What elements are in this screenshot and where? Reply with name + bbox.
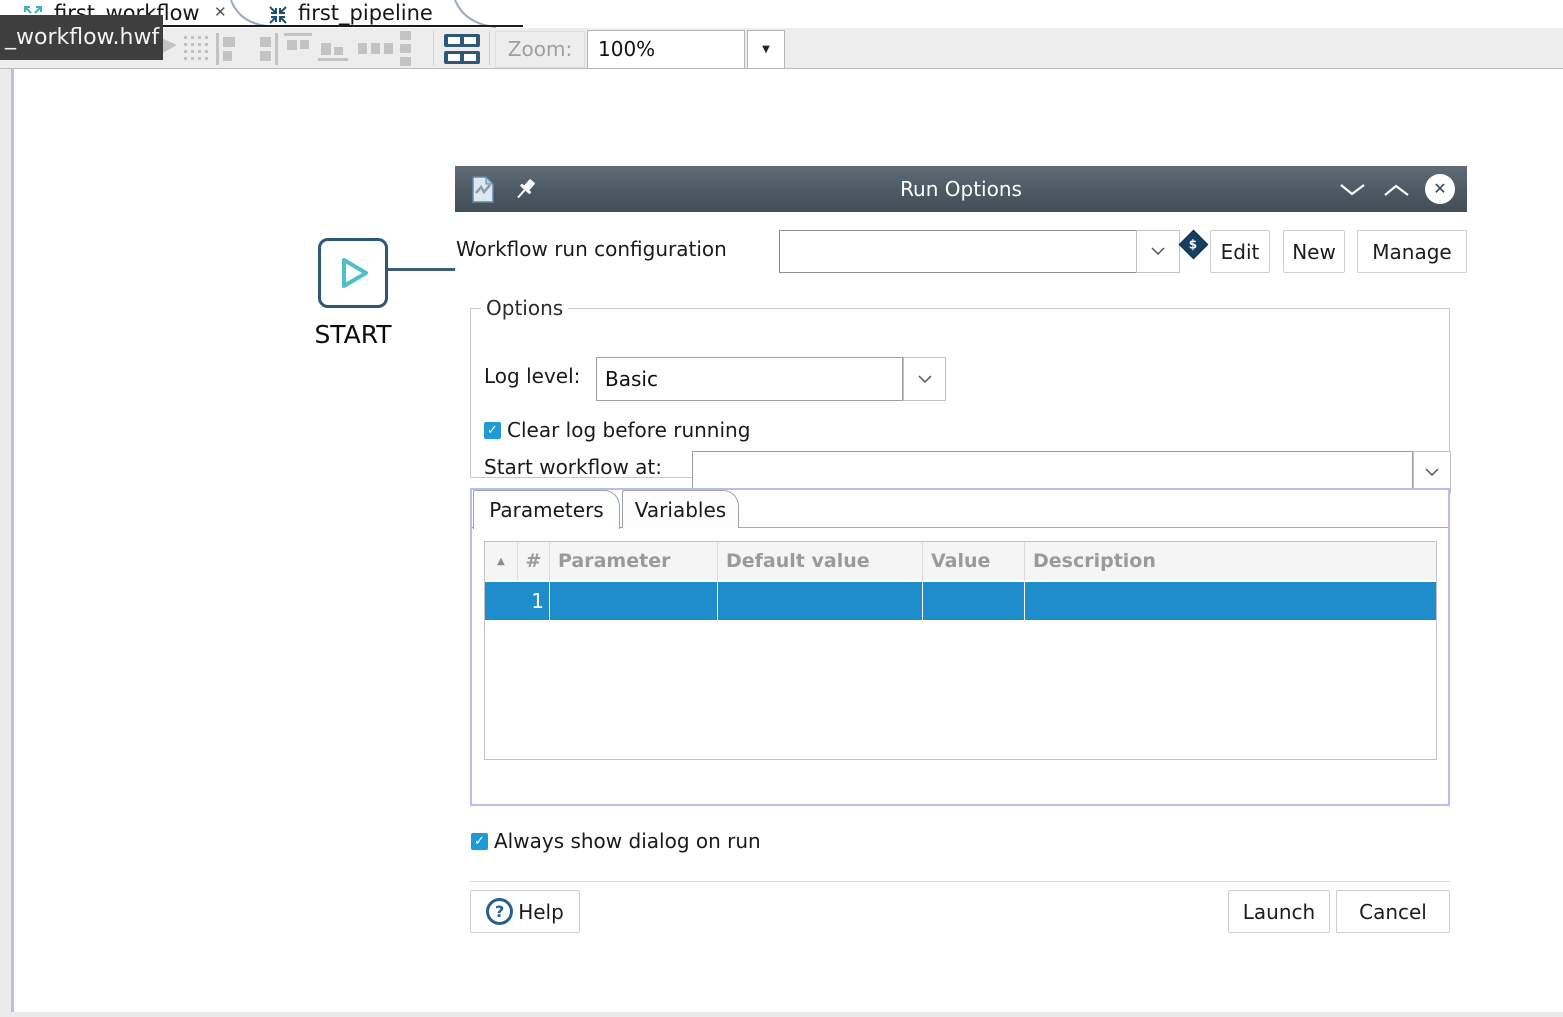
- run-config-combobox[interactable]: [779, 230, 1137, 273]
- tab-variables-label: Variables: [635, 498, 726, 522]
- clear-log-label[interactable]: Clear log before running: [507, 418, 750, 442]
- edit-button[interactable]: Edit: [1210, 230, 1270, 273]
- parameters-panel: Parameters Variables ▲ # Parameter Defau…: [470, 488, 1450, 806]
- column-header-default-value[interactable]: Default value: [718, 542, 923, 580]
- play-icon: [334, 254, 372, 292]
- node-connector-line: [388, 268, 457, 271]
- log-level-label: Log level:: [484, 364, 580, 388]
- tab-parameters[interactable]: Parameters: [473, 490, 620, 529]
- value-cell[interactable]: [923, 582, 1025, 620]
- column-header-parameter[interactable]: Parameter: [550, 542, 718, 580]
- canvas-gutter: [0, 69, 11, 1012]
- options-legend: Options: [481, 296, 568, 320]
- tab-parameters-label: Parameters: [489, 498, 603, 522]
- start-node-label: START: [303, 320, 403, 349]
- always-show-label[interactable]: Always show dialog on run: [494, 829, 761, 853]
- help-button[interactable]: ? Help: [470, 890, 580, 933]
- tile-windows-icon[interactable]: [443, 32, 481, 70]
- dollar-diamond-icon: $: [1179, 230, 1209, 260]
- toolbar-separator: [433, 31, 434, 65]
- tab-separator: [450, 0, 498, 28]
- column-header-number[interactable]: #: [518, 542, 550, 580]
- start-workflow-at-label: Start workflow at:: [484, 455, 662, 479]
- align-top-icon[interactable]: [284, 33, 312, 67]
- tab-separator: [228, 0, 268, 28]
- document-tabstrip: first_workflow ✕ first_pipeline: [0, 0, 1563, 28]
- description-cell[interactable]: [1025, 582, 1436, 620]
- zoom-dropdown-arrow-icon[interactable]: ▼: [747, 30, 785, 69]
- column-header-value[interactable]: Value: [923, 542, 1025, 580]
- align-left-icon[interactable]: [214, 33, 238, 69]
- sort-ascending-icon[interactable]: ▲: [485, 542, 518, 580]
- log-level-combobox[interactable]: Basic: [596, 357, 903, 401]
- parameter-cell[interactable]: [550, 582, 718, 620]
- tab-close-icon[interactable]: ✕: [214, 1, 227, 23]
- tab-variables[interactable]: Variables: [622, 490, 739, 528]
- help-button-label: Help: [518, 900, 564, 924]
- align-right-icon[interactable]: [258, 33, 280, 69]
- zoom-label: Zoom:: [495, 31, 585, 68]
- table-row[interactable]: 1: [485, 582, 1436, 620]
- help-question-icon: ?: [486, 898, 513, 925]
- run-options-dialog: Run Options ✕ Workflow run configuration…: [455, 166, 1467, 935]
- window-bottom-strip: [0, 1012, 1563, 1017]
- filename-tooltip: _workflow.hwf: [0, 15, 163, 60]
- row-number-cell[interactable]: 1: [485, 582, 550, 620]
- always-show-checkbox[interactable]: ✓: [471, 833, 488, 850]
- table-header: ▲ # Parameter Default value Value Descri…: [485, 542, 1436, 582]
- column-header-description[interactable]: Description: [1025, 542, 1436, 580]
- zoom-combobox[interactable]: 100%: [587, 30, 745, 69]
- log-level-dropdown-icon[interactable]: [903, 357, 946, 401]
- default-value-cell[interactable]: [718, 582, 923, 620]
- toolbar-separator: [489, 31, 490, 65]
- collapse-chevron-down-icon[interactable]: [1339, 182, 1366, 201]
- clear-log-checkbox[interactable]: ✓: [484, 422, 501, 439]
- dialog-title: Run Options: [455, 166, 1467, 212]
- new-button[interactable]: New: [1283, 230, 1345, 273]
- launch-button[interactable]: Launch: [1228, 890, 1330, 933]
- run-config-label: Workflow run configuration: [456, 237, 727, 261]
- expand-chevron-up-icon[interactable]: [1383, 182, 1410, 201]
- parameters-table: ▲ # Parameter Default value Value Descri…: [484, 541, 1437, 760]
- manage-button[interactable]: Manage: [1357, 230, 1467, 273]
- footer-divider: [470, 881, 1450, 882]
- dialog-close-icon[interactable]: ✕: [1425, 174, 1455, 204]
- app-window: first_workflow ✕ first_pipeline: [0, 0, 1563, 1017]
- options-group: Options Log level: Basic ✓ Clear log bef…: [470, 296, 1450, 478]
- run-config-dropdown-icon[interactable]: [1136, 230, 1180, 273]
- dialog-titlebar[interactable]: Run Options ✕: [455, 166, 1467, 212]
- align-bottom-icon[interactable]: [318, 38, 348, 70]
- tab-first-pipeline[interactable]: first_pipeline: [298, 0, 433, 27]
- cancel-button[interactable]: Cancel: [1336, 890, 1450, 933]
- distribute-vertical-icon[interactable]: [400, 31, 412, 71]
- distribute-horizontal-icon[interactable]: [358, 40, 394, 59]
- start-node[interactable]: [318, 238, 388, 308]
- grid-icon[interactable]: [184, 36, 210, 66]
